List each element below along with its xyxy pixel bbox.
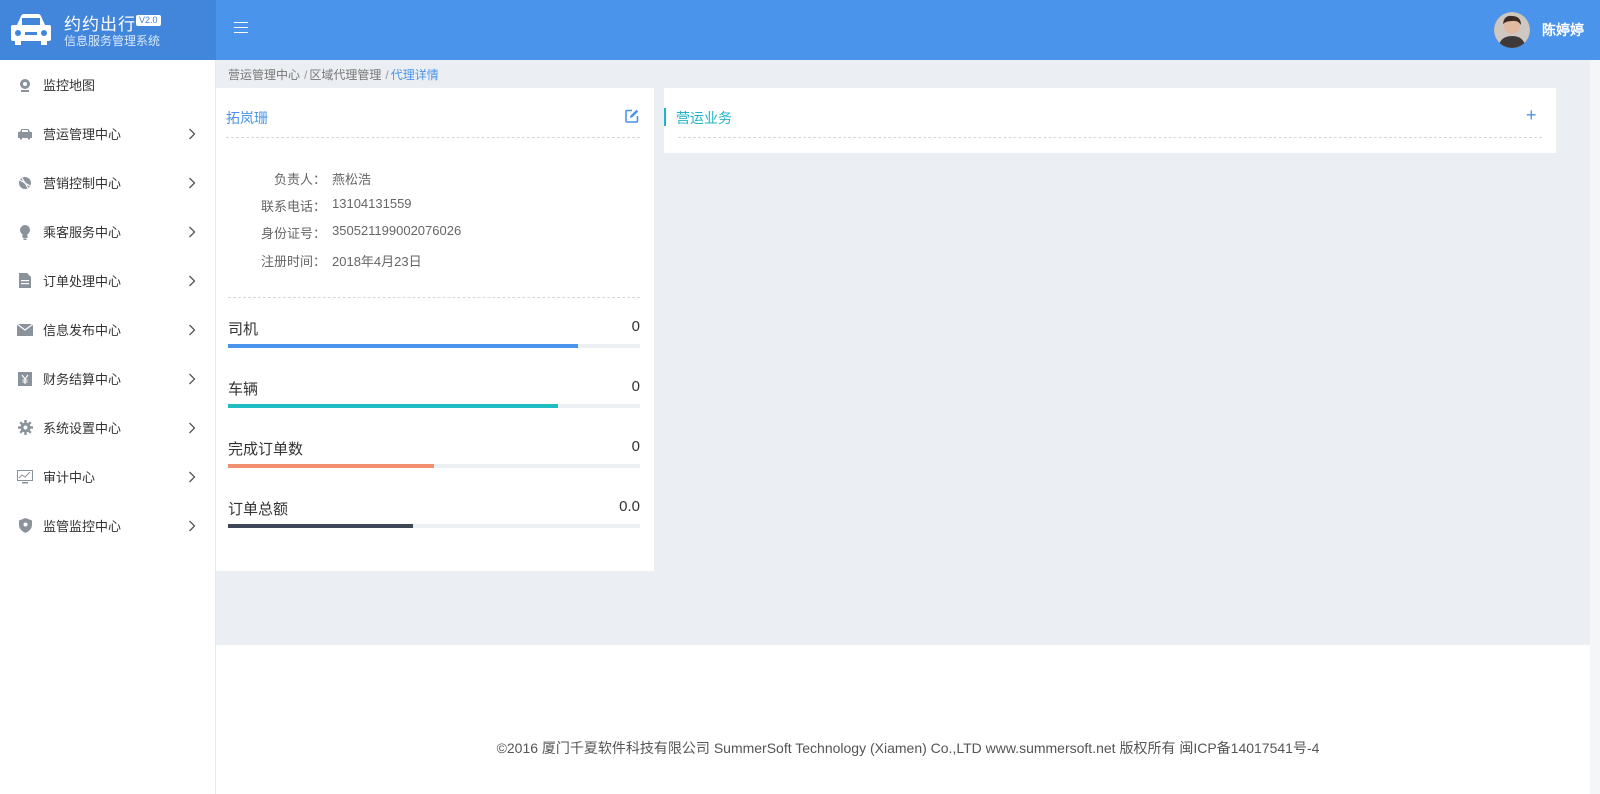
card-divider: [228, 297, 640, 298]
progress-fill: [228, 464, 434, 468]
sidebar-item-monitor-map[interactable]: 监控地图: [0, 60, 215, 109]
chevron-right-icon: [189, 422, 196, 434]
sidebar-item-passenger-service[interactable]: 乘客服务中心: [0, 207, 215, 256]
sidebar-item-finance[interactable]: 财务结算中心: [0, 354, 215, 403]
envelope-icon: [17, 322, 33, 338]
breadcrumb-current: 代理详情: [390, 68, 439, 82]
stat-name: 完成订单数: [228, 441, 304, 458]
chevron-right-icon: [189, 226, 196, 238]
progress-track: [228, 524, 640, 528]
chevron-right-icon: [189, 471, 196, 483]
sidebar-item-label: 乘客服务中心: [43, 225, 122, 240]
sidebar: 监控地图 营运管理中心 营销控制中心 乘客服务中心 订单处理中心 信息发布中心: [0, 60, 216, 794]
sidebar-item-label: 营销控制中心: [43, 176, 122, 191]
sidebar-item-orders[interactable]: 订单处理中心: [0, 256, 215, 305]
stat-name: 车辆: [228, 381, 259, 398]
shield-pin-icon: [17, 518, 33, 534]
add-business-button[interactable]: +: [1526, 106, 1537, 124]
stat-value: 0: [631, 378, 640, 395]
title-accent-bar: [664, 108, 666, 126]
car-icon: [17, 126, 33, 142]
menu-toggle-icon[interactable]: [234, 22, 248, 36]
sidebar-item-label: 监管监控中心: [43, 519, 122, 534]
agent-name: 拓岚珊: [226, 110, 268, 126]
user-name[interactable]: 陈婷婷: [1542, 20, 1584, 40]
map-pin-icon: [17, 77, 33, 93]
stat-name: 订单总额: [228, 501, 289, 518]
info-key: 联系电话：: [260, 199, 326, 214]
edit-icon[interactable]: [625, 109, 639, 123]
progress-track: [228, 404, 640, 408]
sidebar-item-operations[interactable]: 营运管理中心: [0, 109, 215, 158]
user-avatar[interactable]: [1494, 12, 1530, 48]
sidebar-item-label: 订单处理中心: [43, 274, 122, 289]
sidebar-item-marketing[interactable]: 营销控制中心: [0, 158, 215, 207]
chevron-right-icon: [189, 275, 196, 287]
car-logo-icon: [11, 14, 51, 45]
page-scrollbar[interactable]: [1590, 60, 1600, 794]
progress-track: [228, 464, 640, 468]
chevron-right-icon: [189, 324, 196, 336]
monitor-chart-icon: [17, 469, 33, 485]
chevron-right-icon: [189, 373, 196, 385]
sidebar-item-label: 信息发布中心: [43, 323, 122, 338]
gear-icon: [17, 420, 33, 436]
chevron-right-icon: [189, 520, 196, 532]
sidebar-item-label: 系统设置中心: [43, 421, 122, 436]
avatar-image: [1494, 12, 1530, 48]
progress-fill: [228, 524, 414, 528]
brand-subtitle: 信息服务管理系统: [64, 34, 161, 48]
version-badge: V2.0: [136, 15, 161, 26]
sidebar-item-audit[interactable]: 审计中心: [0, 452, 215, 501]
sidebar-item-label: 审计中心: [43, 470, 96, 485]
chevron-right-icon: [189, 177, 196, 189]
agent-detail-card: 拓岚珊 负责人： 燕松浩 联系电话： 13104131559 身份证号： 350…: [216, 88, 654, 571]
sidebar-item-label: 监控地图: [43, 78, 96, 93]
card-divider: [226, 137, 640, 138]
chevron-right-icon: [189, 128, 196, 140]
footer-copyright: ©2016 厦门千夏软件科技有限公司 SummerSoft Technology…: [496, 740, 1320, 756]
info-value: 13104131559: [332, 196, 412, 211]
document-icon: [17, 273, 33, 289]
info-key: 负责人：: [273, 172, 326, 187]
progress-track: [228, 344, 640, 348]
sidebar-item-label: 营运管理中心: [43, 127, 122, 142]
top-bar: 约约出行 V2.0 信息服务管理系统 陈婷婷: [0, 0, 1600, 60]
sidebar-item-label: 财务结算中心: [43, 372, 122, 387]
sidebar-item-supervision[interactable]: 监管监控中心: [0, 501, 215, 550]
sidebar-item-info-publish[interactable]: 信息发布中心: [0, 305, 215, 354]
info-value: 350521199002076026: [332, 223, 462, 238]
progress-fill: [228, 344, 579, 348]
progress-fill: [228, 404, 558, 408]
stat-value: 0: [631, 438, 640, 455]
info-key: 身份证号：: [260, 226, 326, 241]
breadcrumb-separator: /: [304, 68, 308, 82]
card-divider: [678, 137, 1542, 138]
breadcrumb-level2[interactable]: 区域代理管理: [309, 68, 381, 82]
breadcrumb: 营运管理中心 / 区域代理管理 / 代理详情: [228, 66, 439, 83]
lightbulb-icon: [17, 224, 33, 240]
info-key: 注册时间：: [260, 254, 326, 269]
brand-area[interactable]: 约约出行 V2.0 信息服务管理系统: [0, 0, 216, 60]
business-card: 营运业务 +: [664, 88, 1556, 153]
info-value: 燕松浩: [332, 172, 372, 187]
stat-name: 司机: [228, 321, 259, 338]
stat-value: 0.0: [619, 498, 640, 515]
yen-box-icon: [17, 371, 33, 387]
info-value: 2018年4月23日: [332, 254, 422, 269]
sidebar-item-settings[interactable]: 系统设置中心: [0, 403, 215, 452]
ball-icon: [17, 175, 33, 191]
business-title: 营运业务: [676, 110, 732, 126]
stat-value: 0: [631, 318, 640, 335]
breadcrumb-level1[interactable]: 营运管理中心: [228, 68, 300, 82]
breadcrumb-separator: /: [385, 68, 389, 82]
